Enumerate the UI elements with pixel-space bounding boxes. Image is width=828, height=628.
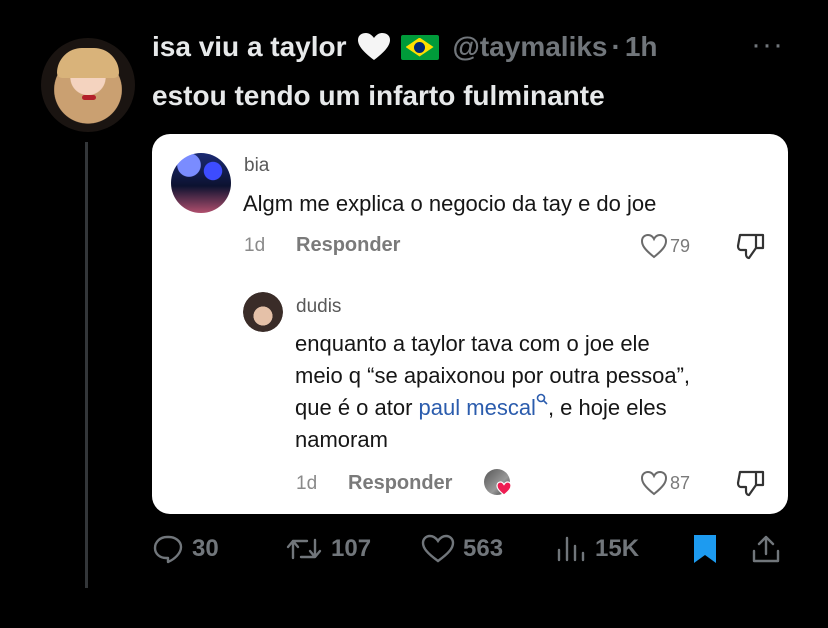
tweet-text: estou tendo um infarto fulminante [152, 80, 605, 111]
user-handle[interactable]: @taymaliks [453, 31, 608, 63]
reply-age: 1d [296, 473, 318, 494]
reply-text-line: enquanto a taylor tava com o joe ele [295, 331, 650, 356]
dislike-icon [736, 233, 765, 260]
comment-avatar-dudis [243, 292, 283, 332]
reply-text-segment: , e hoje eles [547, 395, 667, 420]
white-heart-icon [357, 33, 390, 60]
reply-label: Responder [296, 234, 401, 256]
reply-button[interactable]: 30 [152, 534, 219, 564]
reply-text: enquanto a taylor tava com o joe ele mei… [295, 328, 690, 456]
more-icon[interactable]: ··· [751, 28, 784, 62]
heart-outline-icon [640, 470, 668, 496]
reply-username: dudis [296, 296, 342, 317]
reply-text-line: meio q “se apaixonou por outra pessoa”, [295, 363, 691, 388]
share-icon[interactable] [750, 533, 782, 565]
tweet-header: isa viu a taylor @taymaliks · 1h [152, 31, 658, 63]
comment-text: Algm me explica o negocio da tay e do jo… [243, 191, 657, 216]
comment-username: bia [244, 155, 270, 176]
search-icon [536, 393, 548, 405]
views-button[interactable]: 15K [555, 534, 639, 564]
bookmark-icon[interactable] [690, 533, 720, 565]
reply-text-segment: que é o ator [295, 395, 419, 420]
dislike-icon [736, 470, 765, 497]
reply-icon [153, 535, 183, 564]
search-link: paul mescal [418, 395, 536, 420]
retweet-icon [286, 538, 322, 560]
comment-avatar-bia [171, 153, 231, 213]
comment-like-count: 79 [670, 236, 691, 256]
analytics-icon [557, 536, 585, 562]
avatar-hair [57, 48, 119, 78]
avatar-lips [82, 95, 96, 100]
thread-line [85, 142, 88, 588]
like-count: 563 [463, 535, 504, 562]
reply-label: Responder [348, 472, 453, 494]
time-separator: · [611, 31, 621, 62]
retweet-button[interactable]: 107 [285, 534, 371, 564]
display-name[interactable]: isa viu a taylor [152, 31, 347, 63]
view-count: 15K [595, 535, 640, 562]
creator-liked-icon [484, 469, 512, 497]
heart-icon [421, 534, 455, 563]
brazil-flag-icon [400, 34, 439, 60]
retweet-count: 107 [331, 535, 372, 562]
reply-count: 30 [192, 535, 219, 562]
reply-text-line: que é o ator paul mescal , e hoje eles [295, 392, 690, 424]
reply-like-count: 87 [670, 473, 691, 493]
like-button[interactable]: 563 [421, 534, 503, 564]
comment-age: 1d [244, 235, 266, 256]
author-avatar[interactable] [41, 38, 135, 132]
reply-text-line: namoram [295, 427, 388, 452]
heart-outline-icon [640, 233, 668, 259]
tweet-time[interactable]: 1h [625, 31, 658, 63]
